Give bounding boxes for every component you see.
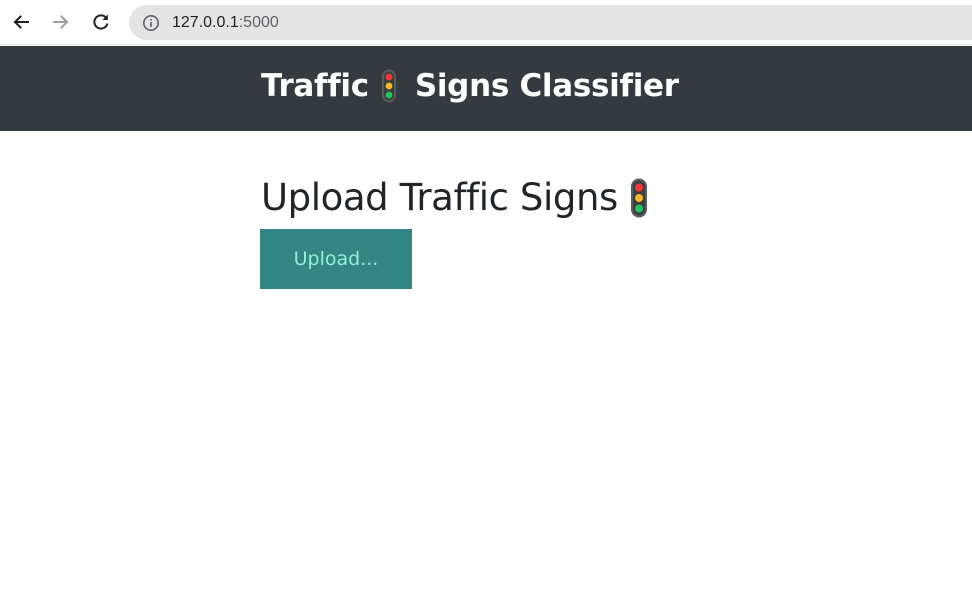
- url-text: 127.0.0.1:5000: [172, 13, 279, 32]
- brand-text-part2: Signs Classifier: [414, 68, 679, 104]
- traffic-light-icon: [381, 69, 396, 103]
- upload-button[interactable]: Upload...: [260, 229, 412, 289]
- reload-button[interactable]: [88, 9, 114, 35]
- traffic-light-icon: [630, 178, 647, 218]
- forward-button[interactable]: [48, 9, 74, 35]
- forward-arrow-icon: [53, 15, 69, 29]
- info-icon[interactable]: [142, 14, 160, 32]
- brand-text-part1: Traffic: [261, 68, 369, 104]
- back-arrow-icon: [13, 15, 29, 29]
- address-bar[interactable]: 127.0.0.1:5000: [129, 5, 972, 40]
- page-heading-text: Upload Traffic Signs: [261, 176, 618, 219]
- back-button[interactable]: [8, 9, 34, 35]
- navbar: Traffic Signs Classifier: [0, 46, 972, 131]
- navbar-brand[interactable]: Traffic Signs Classifier: [261, 66, 679, 106]
- reload-icon: [93, 14, 109, 30]
- browser-toolbar: 127.0.0.1:5000: [0, 0, 972, 45]
- url-host: 127.0.0.1: [172, 14, 239, 31]
- url-port: :5000: [238, 14, 279, 31]
- page-heading: Upload Traffic Signs: [261, 175, 648, 221]
